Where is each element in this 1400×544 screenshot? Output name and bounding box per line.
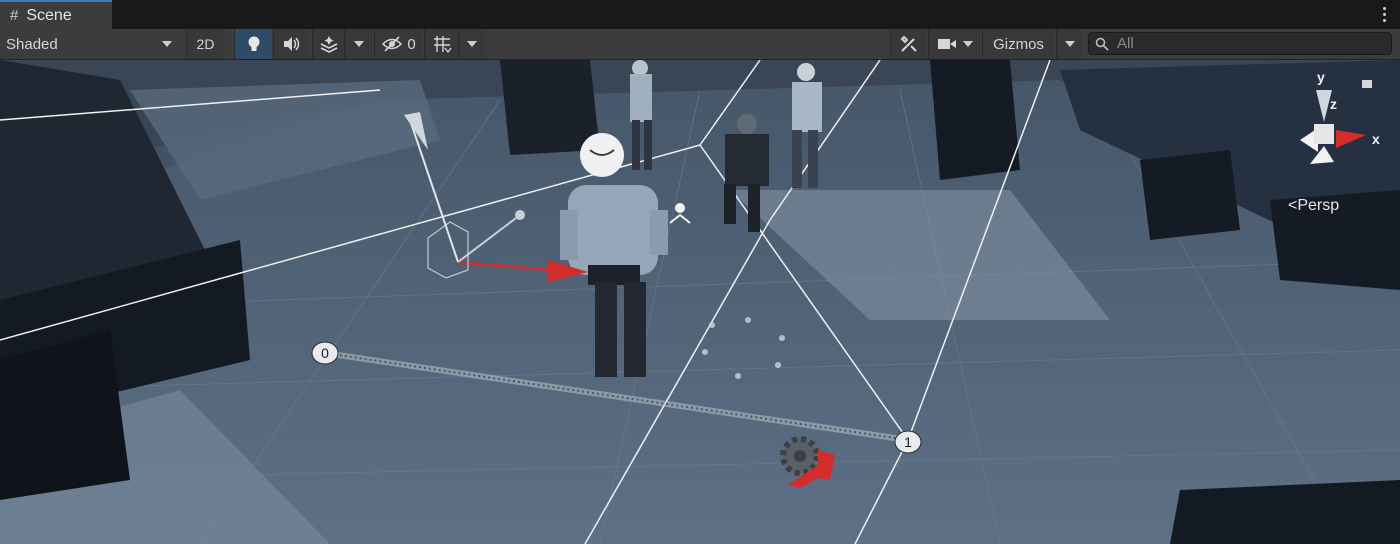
gizmos-dropdown[interactable]: [1056, 29, 1082, 59]
draw-mode-label: Shaded: [6, 35, 58, 53]
tools-button[interactable]: [890, 29, 926, 59]
scene-render: 0 1: [0, 60, 1400, 544]
camera-icon: [937, 39, 956, 49]
axis-z-label: z: [1330, 96, 1337, 112]
gizmos-button[interactable]: Gizmos: [982, 29, 1054, 59]
toggle-2d-label: 2D: [196, 36, 215, 52]
draw-mode-dropdown[interactable]: Shaded: [0, 29, 182, 59]
audio-toggle-button[interactable]: [273, 29, 307, 59]
gear-icon[interactable]: [780, 436, 820, 476]
waypoint-1[interactable]: 1: [894, 430, 922, 454]
scene-toolbar: Shaded 2D 0 Gizmos All: [0, 29, 1400, 60]
tab-bar: # Scene: [0, 0, 1400, 30]
speaker-icon: [283, 37, 299, 51]
gizmos-label: Gizmos: [993, 35, 1044, 53]
tab-scene-label: Scene: [26, 6, 72, 24]
chevron-down-icon: [466, 41, 477, 47]
toggle-2d-button[interactable]: 2D: [186, 29, 224, 59]
axis-y-label: y: [1317, 69, 1325, 85]
projection-label: Persp: [1297, 197, 1340, 214]
hidden-count: 0: [407, 35, 416, 53]
eye-slash-icon: [382, 36, 403, 52]
search-input[interactable]: [1115, 34, 1389, 53]
grid-snap-button[interactable]: [424, 29, 458, 59]
lighting-toggle-button[interactable]: [234, 29, 272, 59]
chevron-down-icon: [1064, 41, 1075, 47]
waypoint-1-label: 1: [904, 434, 912, 450]
hash-icon: #: [10, 7, 19, 24]
axis-x-label: x: [1372, 131, 1380, 147]
more-options-icon[interactable]: [1376, 4, 1392, 24]
hidden-objects-button[interactable]: 0: [374, 29, 422, 59]
grid-snap-dropdown[interactable]: [458, 29, 484, 59]
chevron-left-icon: <: [1288, 197, 1298, 214]
scene-viewport[interactable]: 0 1 y z x <Persp: [0, 60, 1400, 544]
grid-snap-icon: [433, 36, 452, 54]
tab-scene[interactable]: # Scene: [0, 0, 112, 29]
search-icon: [1095, 37, 1109, 51]
effects-toggle-button[interactable]: [312, 29, 344, 59]
camera-settings-button[interactable]: [928, 29, 980, 59]
chevron-down-icon: [162, 41, 172, 47]
tools-icon: [900, 35, 917, 52]
lightbulb-icon: [248, 36, 259, 51]
search-field[interactable]: [1088, 32, 1392, 55]
projection-toggle[interactable]: <Persp: [1288, 197, 1339, 215]
waypoint-0-label: 0: [321, 345, 329, 361]
chevron-down-icon: [353, 41, 364, 47]
effects-dropdown[interactable]: [344, 29, 372, 59]
waypoint-0[interactable]: 0: [311, 341, 339, 365]
chevron-down-icon: [962, 41, 973, 47]
effects-icon: [320, 36, 337, 53]
